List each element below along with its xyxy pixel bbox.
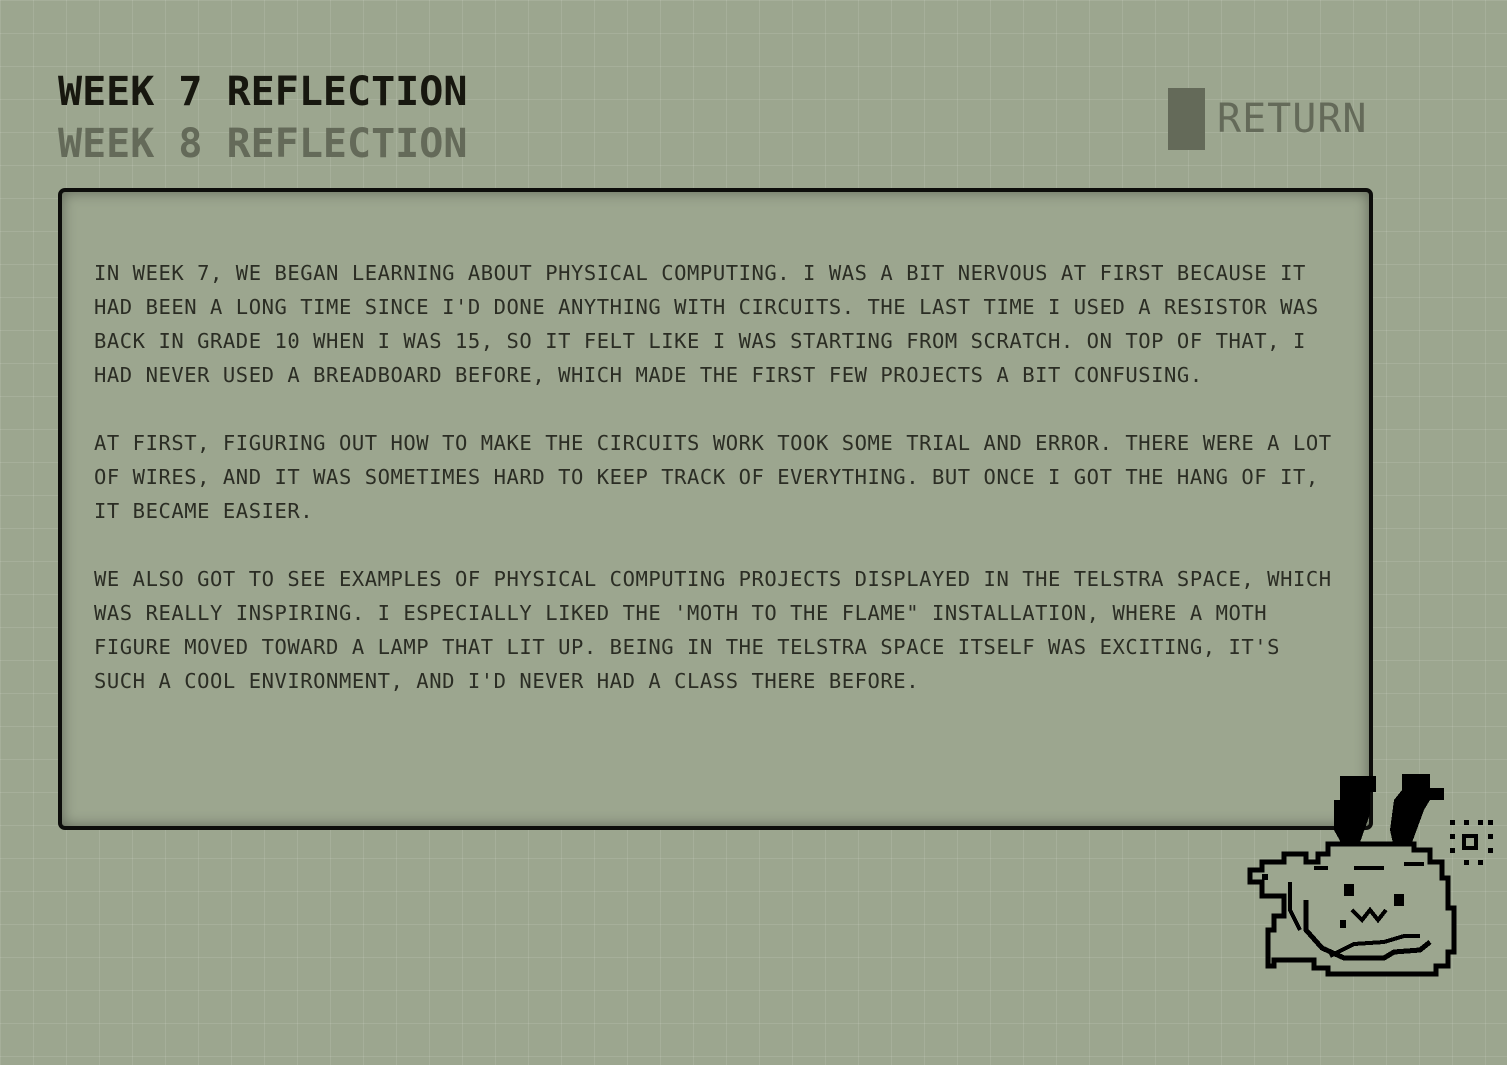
week-navigation: Week 7 Reflection Week 8 Reflection: [58, 66, 467, 170]
reflection-paragraph-3: We also got to see examples of physical …: [94, 567, 1332, 693]
reflection-panel: In week 7, we began learning about physi…: [58, 188, 1373, 830]
return-button[interactable]: Return: [1168, 88, 1368, 150]
reflection-paragraph-1: In week 7, we began learning about physi…: [94, 261, 1319, 387]
nav-week-8-reflection[interactable]: Week 8 Reflection: [58, 118, 467, 170]
return-cursor-block-icon: [1168, 88, 1205, 150]
pixel-bunny-in-bath-icon: [1244, 770, 1500, 986]
return-label: Return: [1217, 96, 1368, 142]
reflection-paragraph-2: At first, figuring out how to make the c…: [94, 431, 1332, 523]
nav-week-7-reflection[interactable]: Week 7 Reflection: [58, 66, 467, 118]
reflection-text: In week 7, we began learning about physi…: [94, 256, 1344, 732]
